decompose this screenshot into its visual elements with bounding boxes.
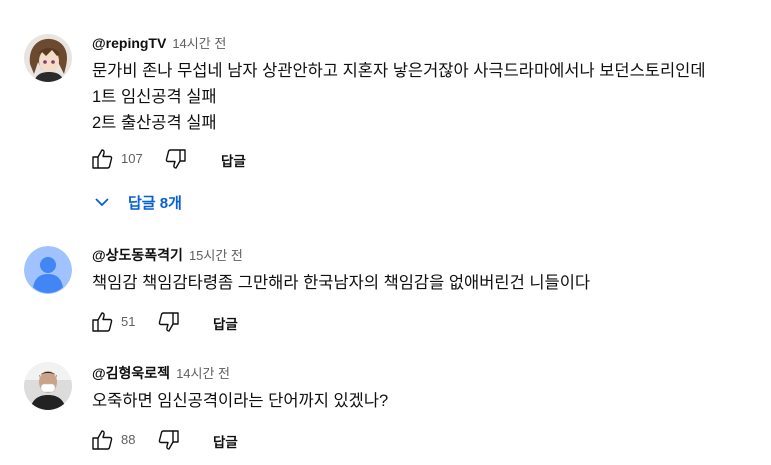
reply-button[interactable]: 답글	[213, 313, 238, 333]
comment-actions: 88 답글	[88, 426, 388, 454]
author-handle[interactable]: @repingTV	[92, 35, 166, 51]
reply-button[interactable]: 답글	[221, 150, 246, 170]
comment-actions: 107 답글	[88, 145, 388, 173]
timestamp[interactable]: 15시간 전	[189, 248, 243, 263]
comment-line: 1트 임신공격 실패	[92, 88, 217, 106]
comment-line: 책임감 책임감타령좀 그만해라 한국남자의 책임감을 없애버린건 니들이다	[92, 274, 591, 292]
replies-count-label: 답글 8개	[128, 194, 182, 212]
comment-thread: @김형욱로젝 14시간 전 오죽하면 임신공격이라는 단어까지 있겠나? 88 답…	[0, 348, 771, 465]
thumb-up-icon	[92, 430, 113, 450]
comment-thread: @repingTV 14시간 전 문가비 존나 무섭네 남자 상관안하고 지혼자 …	[0, 0, 771, 220]
comment-line: 오죽하면 임신공격이라는 단어까지 있겠나?	[92, 392, 389, 410]
comment-text: 책임감 책임감타령좀 그만해라 한국남자의 책임감을 없애버린건 니들이다	[92, 270, 590, 296]
default-avatar-icon	[24, 246, 72, 294]
comment-line: 문가비 존나 무섭네 남자 상관안하고 지혼자 낳은거잖아 사극드라마에서나 보…	[92, 62, 706, 80]
like-count: 88	[121, 432, 136, 447]
avatar[interactable]	[24, 34, 72, 82]
timestamp[interactable]: 14시간 전	[172, 36, 226, 51]
comment-thread: @상도동폭격기 15시간 전 책임감 책임감타령좀 그만해라 한국남자의 책임감을…	[0, 230, 771, 340]
thumb-up-icon	[92, 312, 113, 332]
thumb-down-icon	[158, 430, 179, 450]
anime-avatar-image	[24, 34, 72, 82]
timestamp[interactable]: 14시간 전	[176, 366, 230, 381]
like-count: 51	[121, 314, 136, 329]
like-button[interactable]	[88, 145, 116, 173]
like-button[interactable]	[88, 308, 116, 336]
thumb-down-icon	[165, 149, 186, 169]
comment-header: @상도동폭격기 15시간 전	[92, 246, 243, 265]
comment-actions: 51 답글	[88, 308, 388, 336]
comment-text: 오죽하면 임신공격이라는 단어까지 있겠나?	[92, 388, 388, 414]
reply-button[interactable]: 답글	[213, 431, 238, 451]
like-button[interactable]	[88, 426, 116, 454]
dislike-button[interactable]	[162, 145, 190, 173]
author-handle[interactable]: @김형욱로젝	[92, 365, 170, 381]
like-count: 107	[121, 151, 143, 166]
comment-header: @repingTV 14시간 전	[92, 34, 226, 53]
thumb-up-icon	[92, 149, 113, 169]
author-handle[interactable]: @상도동폭격기	[92, 247, 183, 263]
avatar[interactable]	[24, 246, 72, 294]
avatar[interactable]	[24, 362, 72, 410]
dislike-button[interactable]	[155, 426, 183, 454]
view-replies-button[interactable]: 답글 8개	[92, 190, 182, 214]
dislike-button[interactable]	[155, 308, 183, 336]
comment-text: 문가비 존나 무섭네 남자 상관안하고 지혼자 낳은거잖아 사극드라마에서나 보…	[92, 58, 706, 136]
comment-line: 2트 출산공격 실패	[92, 114, 217, 132]
thumb-down-icon	[158, 312, 179, 332]
chevron-down-icon	[95, 198, 109, 207]
comment-header: @김형욱로젝 14시간 전	[92, 364, 230, 383]
profile-photo-image	[24, 362, 72, 410]
